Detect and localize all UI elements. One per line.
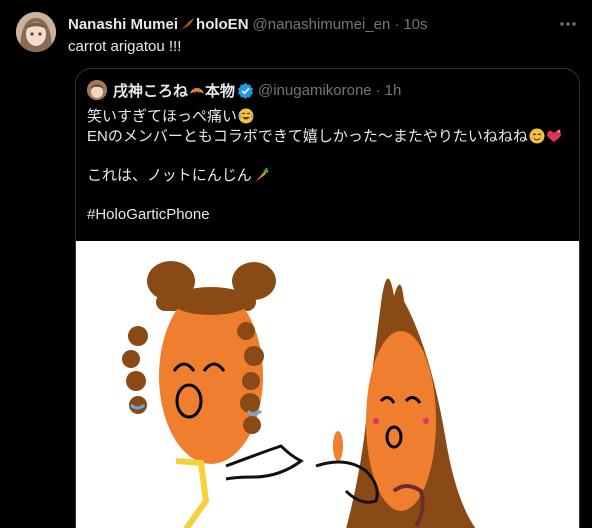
carrot-character-right: [315, 278, 476, 528]
quote-timestamp[interactable]: 1h: [385, 82, 402, 99]
carrot-icon: [254, 167, 269, 182]
feather-icon: [180, 18, 195, 31]
author-handle[interactable]: @nanashimumei_en: [253, 16, 391, 33]
smile-icon: [529, 128, 545, 144]
more-options-button[interactable]: [558, 14, 578, 34]
separator: ·: [394, 15, 400, 33]
author-name[interactable]: Nanashi Mumei: [68, 16, 178, 33]
hashtag-link[interactable]: #HoloGarticPhone: [87, 205, 567, 225]
quote-line: これは、ノットにんじん: [87, 166, 567, 186]
verified-icon: [237, 82, 254, 99]
author-suffix[interactable]: holoEN: [196, 16, 249, 33]
quote-header: 戌神ころね 本物 @inugamikorone · 1h: [87, 80, 567, 100]
quote-avatar[interactable]: [87, 80, 107, 100]
tweet-header: Nanashi Mumei holoEN @nanashimumei_en · …: [68, 14, 576, 34]
avatar[interactable]: [16, 12, 56, 52]
tears-of-joy-icon: [238, 108, 254, 124]
croissant-icon: [190, 88, 205, 94]
tweet[interactable]: Nanashi Mumei holoEN @nanashimumei_en · …: [0, 0, 592, 528]
tweet-text: carrot arigatou !!!: [68, 38, 182, 55]
quote-separator: ·: [375, 81, 381, 99]
quote-author-name[interactable]: 戌神ころね: [113, 80, 188, 101]
quote-line: [87, 185, 567, 205]
quote-line: ENのメンバーともコラボできて嬉しかった～またやりたいねねね: [87, 127, 567, 147]
quoted-tweet[interactable]: 戌神ころね 本物 @inugamikorone · 1h 笑いすぎてほっぺ痛い …: [75, 68, 580, 528]
more-icon: [560, 22, 576, 26]
quote-line: [87, 146, 567, 166]
timestamp[interactable]: 10s: [403, 16, 427, 33]
quote-image[interactable]: [76, 241, 579, 528]
quote-author-handle[interactable]: @inugamikorone: [258, 82, 372, 99]
carrot-character-left: [122, 261, 304, 528]
quote-line: 笑いすぎてほっぺ痛い: [87, 107, 567, 127]
quote-author-suffix[interactable]: 本物: [205, 80, 235, 101]
quote-text: 笑いすぎてほっぺ痛い ENのメンバーともコラボできて嬉しかった～またやりたいねね…: [87, 107, 567, 225]
sparkling-heart-icon: [546, 128, 561, 142]
